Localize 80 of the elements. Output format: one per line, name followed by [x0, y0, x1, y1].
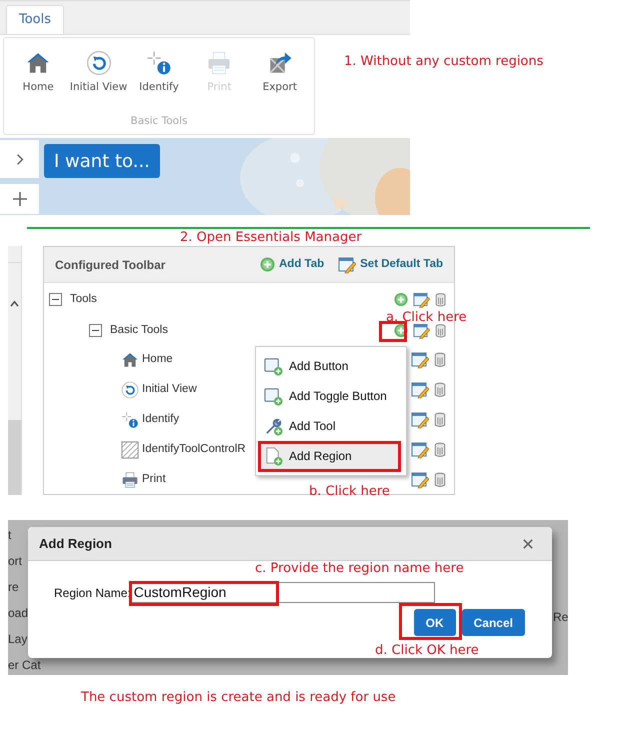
annotation-text: a. Click here: [386, 309, 467, 327]
tree-item-label[interactable]: Identify: [142, 411, 180, 429]
delete-icon[interactable]: [434, 352, 446, 368]
collapse-button[interactable]: [49, 293, 62, 306]
panel-action-link[interactable]: Set Default Tab: [338, 256, 443, 274]
toolbar-button[interactable]: Home: [9, 50, 68, 96]
field-label: Region Name:: [54, 584, 131, 602]
toolbar-button[interactable]: Initial View: [70, 50, 128, 96]
delete-icon[interactable]: [434, 412, 446, 428]
home-icon: [121, 351, 139, 369]
panel-title: Configured Toolbar: [55, 256, 166, 274]
chevron-right-icon: [16, 152, 24, 166]
wrench-icon: [264, 416, 283, 436]
background-text: Lay: [8, 633, 28, 646]
annotation-text: 2. Open Essentials Manager: [180, 229, 362, 247]
chevron-up-icon[interactable]: [10, 300, 19, 307]
menu-item[interactable]: Add Button: [259, 351, 403, 381]
export-icon: [266, 50, 293, 76]
add-icon[interactable]: [394, 292, 408, 307]
add-button-icon: [264, 386, 283, 406]
annotation-text: d. Click OK here: [375, 642, 479, 660]
delete-icon[interactable]: [434, 322, 446, 338]
tab[interactable]: Tools: [6, 5, 64, 34]
group-label: Basic Tools: [130, 114, 188, 130]
menu-item[interactable]: Add Toggle Button: [259, 381, 403, 411]
edit-icon[interactable]: [413, 322, 430, 340]
annotation-text: The custom region is create and is ready for use: [81, 689, 396, 707]
edit-icon[interactable]: [411, 381, 429, 399]
menu-item[interactable]: Add Tool: [259, 411, 403, 441]
background-text: ort: [8, 555, 24, 568]
edit-icon[interactable]: [411, 411, 429, 429]
panel-action-link[interactable]: Add Tab: [260, 256, 324, 274]
dialog-button[interactable]: OK: [414, 609, 456, 636]
info-crosshair-icon: [121, 411, 139, 429]
tree-item-label[interactable]: IdentifyToolControlR: [142, 441, 246, 459]
background-text: t: [8, 529, 12, 542]
edit-icon[interactable]: [413, 290, 430, 308]
background-text: oad: [8, 607, 30, 620]
annotation-text: 1. Without any custom regions: [344, 53, 544, 71]
scrollbar-thumb[interactable]: [8, 420, 21, 495]
tree-item-label[interactable]: Print: [142, 471, 166, 489]
refresh-icon: [86, 50, 112, 76]
highlight-frame: [399, 603, 462, 640]
background-text: re: [8, 581, 20, 594]
printer-icon: [206, 50, 232, 76]
delete-icon[interactable]: [434, 442, 446, 458]
delete-icon[interactable]: [434, 472, 446, 488]
close-icon[interactable]: [523, 538, 533, 548]
plus-icon: [12, 191, 28, 207]
collapse-button[interactable]: [89, 324, 102, 337]
dialog-title: Add Region: [39, 534, 112, 553]
add-icon[interactable]: [394, 323, 408, 338]
add-button-icon: [264, 356, 283, 376]
annotation-text: b. Click here: [309, 483, 390, 501]
tree-item-label[interactable]: Basic Tools: [110, 322, 168, 340]
edit-icon[interactable]: [411, 351, 429, 369]
info-crosshair-icon: [146, 50, 172, 76]
edit-icon[interactable]: [338, 256, 356, 274]
i-want-to-button[interactable]: I want to...: [44, 144, 160, 178]
refresh-icon: [121, 381, 139, 399]
zoom-in-button[interactable]: [0, 184, 39, 214]
region-name-field[interactable]: CustomRegion: [130, 582, 435, 603]
delete-icon[interactable]: [434, 292, 446, 308]
toolbar-button[interactable]: Identify: [130, 50, 188, 96]
toolbar-button[interactable]: Export: [250, 50, 309, 96]
background-text: er Cat: [8, 659, 41, 672]
tree-item-label[interactable]: Tools: [70, 290, 97, 308]
dialog-button[interactable]: Cancel: [462, 609, 525, 636]
background-text: Re: [553, 609, 568, 626]
printer-icon: [121, 471, 139, 489]
add-page-icon: [264, 446, 283, 466]
tree-item-label[interactable]: Home: [142, 351, 173, 369]
highlight-frame: [379, 321, 407, 342]
tree-item-label[interactable]: Initial View: [142, 381, 197, 399]
edit-icon[interactable]: [411, 441, 429, 459]
hatched-square-icon: [121, 441, 139, 459]
edit-icon[interactable]: [411, 471, 429, 489]
annotation-text: c. Provide the region name here: [255, 561, 464, 577]
add-icon[interactable]: [260, 257, 275, 272]
delete-icon[interactable]: [434, 382, 446, 398]
